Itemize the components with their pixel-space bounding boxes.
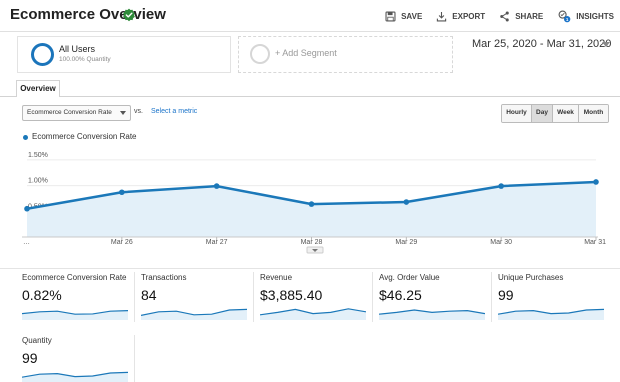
scorecard-sparkline — [379, 309, 485, 320]
scorecard-title: Quantity — [22, 336, 52, 345]
chevron-down-icon — [120, 111, 126, 115]
scorecard[interactable]: Avg. Order Value $46.25 — [374, 268, 491, 323]
x-tick-label: Mar 29 — [395, 239, 417, 246]
report-header: Ecommerce Overview SAVE EXPORT SHARE 1 I… — [0, 0, 620, 32]
insights-button[interactable]: 1 INSIGHTS — [557, 9, 614, 23]
granularity-hourly-button[interactable]: Hourly — [502, 105, 532, 122]
add-segment-circle-icon — [250, 44, 270, 64]
scorecard-value: 84 — [141, 287, 157, 303]
scorecard-title: Unique Purchases — [498, 273, 564, 282]
scorecard[interactable]: Quantity 99 — [17, 331, 134, 382]
granularity-month-button[interactable]: Month — [579, 105, 608, 122]
scorecard-value: $3,885.40 — [260, 287, 323, 303]
share-label: SHARE — [515, 11, 544, 21]
save-button[interactable]: SAVE — [385, 10, 423, 22]
y-tick-label: 1.50% — [28, 152, 48, 159]
scorecard-divider — [134, 335, 135, 382]
scorecard[interactable]: Ecommerce Conversion Rate 0.82% — [17, 268, 134, 323]
data-point — [119, 189, 125, 196]
y-tick-label: 1.00% — [28, 178, 48, 185]
add-segment-button[interactable]: + Add Segment — [238, 36, 453, 73]
scorecard[interactable]: Unique Purchases 99 — [493, 268, 610, 323]
share-icon — [500, 11, 509, 21]
metric-select[interactable]: Ecommerce Conversion Rate — [22, 105, 131, 121]
export-label: EXPORT — [452, 11, 486, 21]
scorecard-value: 99 — [22, 350, 38, 366]
data-point — [213, 183, 220, 189]
scorecard-sparkline — [22, 371, 128, 382]
granularity-week-button[interactable]: Week — [553, 105, 579, 122]
export-icon — [437, 11, 447, 22]
legend-swatch — [23, 135, 28, 140]
x-tick-label: Mar 31 — [584, 239, 606, 246]
conversion-rate-chart: 1.50%1.00%0.50%… Mar 26 Mar 27 Mar 28 Mar 29… — [22, 152, 606, 254]
x-tick-label: … — [23, 239, 30, 246]
segment-name: All Users — [59, 44, 96, 54]
granularity-toggle: Hourly Day Week Month — [501, 104, 609, 123]
add-segment-label: + Add Segment — [275, 48, 337, 58]
select-metric-link[interactable]: Select a metric — [151, 108, 197, 115]
save-label: SAVE — [401, 11, 423, 21]
data-point — [593, 179, 599, 185]
legend-label: Ecommerce Conversion Rate — [32, 132, 137, 141]
scorecard-value: $46.25 — [379, 287, 422, 303]
scorecard-divider — [134, 272, 135, 322]
segment-indicator-icon — [31, 43, 54, 66]
tab-divider — [0, 96, 620, 97]
scorecard-value: 0.82% — [22, 287, 62, 303]
scorecard-title: Avg. Order Value — [379, 273, 440, 282]
scorecard-title: Ecommerce Conversion Rate — [22, 273, 127, 282]
scorecard-title: Revenue — [260, 273, 293, 282]
chevron-down-icon[interactable] — [602, 42, 610, 47]
series-area — [27, 181, 596, 237]
data-point — [308, 201, 315, 207]
x-tick-label: Mar 26 — [111, 239, 133, 246]
x-tick-label: Mar 27 — [206, 239, 228, 246]
scorecard-title: Transactions — [141, 273, 187, 282]
export-button[interactable]: EXPORT — [436, 11, 485, 22]
scorecard-sparkline — [498, 308, 604, 320]
scorecard[interactable]: Transactions 84 — [136, 268, 253, 323]
insights-label: INSIGHTS — [576, 11, 614, 21]
segment-all-users[interactable]: All Users 100.00% Quantity — [17, 36, 231, 73]
x-tick-label: Mar 28 — [301, 239, 323, 246]
data-point — [403, 199, 410, 205]
x-tick-label: Mar 30 — [490, 239, 512, 246]
segment-quantity: 100.00% Quantity — [59, 56, 111, 63]
scorecard-divider — [491, 272, 492, 322]
date-range-picker[interactable]: Mar 25, 2020 - Mar 31, 2020 — [472, 38, 611, 50]
insights-icon: 1 — [558, 10, 571, 23]
verified-check-icon — [123, 8, 135, 22]
scorecard-divider — [372, 272, 373, 322]
save-icon — [385, 10, 396, 22]
data-point — [498, 183, 504, 189]
vs-label: vs. — [134, 108, 143, 115]
scorecard-sparkline — [141, 308, 247, 320]
report-toolbar: SAVE EXPORT SHARE 1 INSIGHTS — [371, 9, 614, 23]
sparkline-area — [260, 308, 366, 320]
granularity-day-button[interactable]: Day — [532, 105, 553, 122]
scorecard-divider — [253, 272, 254, 322]
data-point — [24, 205, 30, 212]
scorecard-sparkline — [22, 310, 128, 320]
scorecard[interactable]: Revenue $3,885.40 — [255, 268, 372, 323]
tab-overview[interactable]: Overview — [16, 80, 60, 97]
metric-select-value: Ecommerce Conversion Rate — [27, 109, 112, 116]
scorecard-sparkline — [260, 308, 366, 320]
share-button[interactable]: SHARE — [499, 11, 543, 22]
page-title: Ecommerce Overview — [10, 6, 166, 23]
scorecard-value: 99 — [498, 287, 514, 303]
